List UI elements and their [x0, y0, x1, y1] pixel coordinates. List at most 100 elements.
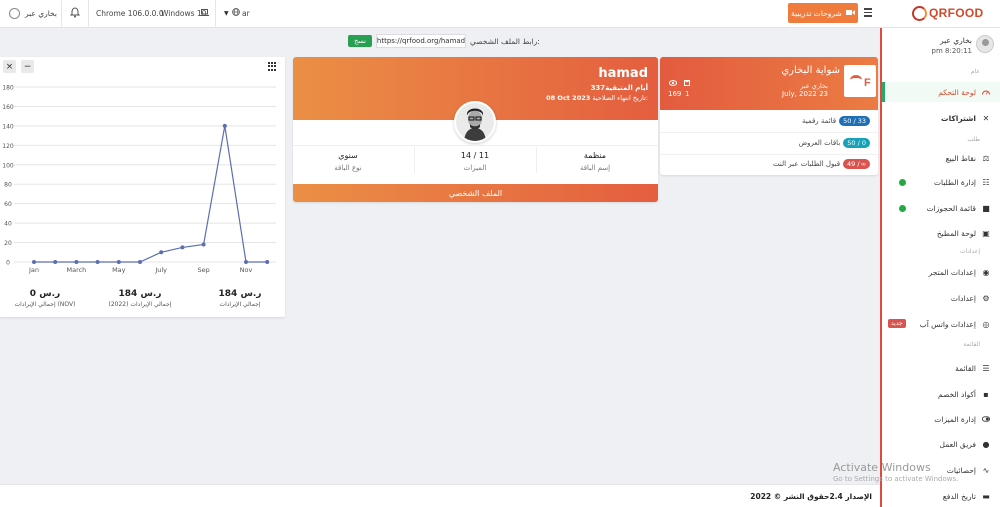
usage-badge: 50 / 0 [843, 138, 870, 148]
x-tick-label: May [112, 266, 126, 274]
feature-label: قائمة رقمية [802, 117, 837, 125]
y-tick-label: 180 [2, 85, 14, 92]
store-card: شواية البخاري بخاري عبر July, 2022 23 F … [660, 57, 878, 175]
store-settings-icon: ◉ [982, 267, 990, 277]
stats-icon: ∿ [982, 465, 990, 475]
close-icon[interactable]: × [3, 60, 16, 73]
sidebar-item-dashboard[interactable]: لوحة التحكم [882, 82, 1000, 102]
video-camera-icon [845, 9, 855, 18]
bell-icon[interactable] [69, 7, 81, 20]
y-tick-label: 120 [2, 143, 14, 150]
sidebar-item-label: اشتراكات [941, 113, 976, 123]
sidebar-item-kitchen[interactable]: لوحة المطبخ ▣ [882, 223, 1000, 243]
x-tick-label: July [154, 266, 167, 274]
sidebar-item-whatsapp-settings[interactable]: جديد إعدادات واتس آب ◎ [882, 314, 1000, 334]
sidebar-item-label: إحصائيات [946, 465, 976, 475]
data-point [32, 260, 36, 264]
sidebar-item-store-settings[interactable]: إعدادات المتجر ◉ [882, 262, 1000, 282]
sidebar-item-orders[interactable]: إدارة الطلبات ☷ [882, 172, 1000, 192]
whatsapp-icon: ◎ [982, 319, 990, 329]
feature-row-online-orders: قبول الطلبات عبر النت 49 /∞ [773, 158, 870, 170]
profile-name: hamad [598, 66, 648, 81]
team-icon: ● [982, 439, 990, 449]
sidebar-item-menu[interactable]: القائمة ☰ [882, 358, 1000, 378]
sidebar-item-label: إعدادات واتس آب [919, 319, 976, 329]
data-point [159, 250, 164, 255]
toggle-icon [982, 415, 990, 423]
sidebar-item-reservations[interactable]: قائمة الحجوزات ■ [882, 198, 1000, 218]
data-point [180, 245, 185, 250]
sidebar-item-label: إعدادات المتجر [928, 267, 976, 277]
sidebar-item-team[interactable]: فريق العمل ● [882, 434, 1000, 454]
globe-icon[interactable] [232, 8, 240, 18]
saves-count: 1 [685, 90, 690, 98]
logo-mark-icon [912, 5, 927, 21]
sidebar-item-pos[interactable]: نقاط البيع ⚖ [882, 148, 1000, 168]
profile-link-field[interactable]: https://qrfood.org/hamad [376, 34, 466, 48]
truck-icon: ■ [982, 203, 990, 213]
usage-badge: 50 / 33 [839, 116, 870, 126]
minimize-icon[interactable]: − [21, 60, 34, 73]
y-tick-label: 0 [6, 260, 10, 267]
tutorials-button[interactable]: شروحات تدريبية [788, 3, 858, 23]
sidebar-user-name: بخاري عبر [940, 36, 972, 45]
sidebar-item-label: تاريخ الدفع [942, 491, 976, 501]
data-point [265, 260, 270, 264]
caret-down-icon[interactable]: ▼ [224, 10, 229, 17]
store-logo[interactable]: F [844, 65, 876, 97]
sidebar-item-label: نقاط البيع [945, 153, 976, 163]
kitchen-icon: ▣ [982, 228, 990, 238]
sidebar-item-subscriptions[interactable]: اشتراكات ✕ [882, 108, 1000, 128]
sidebar-item-settings[interactable]: إعدادات ⚙ [882, 288, 1000, 308]
laptop-icon [200, 9, 209, 18]
y-tick-label: 140 [2, 123, 14, 130]
copyright-text: الإصدار 2.4حقوق النشر © 2022 [750, 492, 872, 501]
x-tick-label: Jan [28, 266, 39, 274]
language-selector[interactable]: ar [242, 9, 250, 18]
feature-row-offers: باقات العروض 50 / 0 [799, 137, 870, 149]
topbar-user-name[interactable]: بخاري عبر [25, 9, 57, 18]
x-tick-label: Sep [197, 266, 209, 274]
sidebar-user-time: pm 8:20:11 [931, 47, 972, 55]
usage-badge: 49 /∞ [843, 159, 870, 169]
page-footer: الإصدار 2.4حقوق النشر © 2022 [0, 484, 880, 507]
feature-row-digital-menu: قائمة رقمية 50 / 33 [802, 115, 870, 127]
revenue-chart-card: × − 0 20 40 60 80 100 120 140 160 180 Jan March May J… [0, 57, 285, 317]
y-tick-label: 20 [4, 240, 12, 247]
card-icon: ▬ [982, 491, 990, 501]
sidebar-item-payment-history[interactable]: تاريخ الدفع ▬ [882, 486, 1000, 506]
sidebar-avatar[interactable] [976, 35, 994, 53]
divider [660, 132, 878, 133]
expiry-info: 08 Oct 2023 تاريخ انتهاء الصلاحية: [546, 94, 648, 102]
sidebar-item-label: إعدادات [950, 293, 976, 303]
data-point [74, 260, 79, 264]
data-point [53, 260, 58, 264]
profile-button[interactable]: الملف الشخصي [293, 184, 658, 202]
x-tick-label: Nov [240, 266, 253, 274]
browser-info: Chrome 106.0.0.0 [96, 9, 164, 18]
user-avatar-small[interactable] [9, 8, 20, 19]
section-label-menu: القائمة [963, 341, 980, 348]
grid-menu-icon[interactable] [268, 62, 277, 71]
sidebar-item-label: لوحة التحكم [938, 87, 976, 97]
sidebar-item-discount-codes[interactable]: أكواد الخصم ▪ [882, 384, 1000, 404]
data-point [138, 260, 142, 264]
activate-windows-subtitle: Go to Settings to activate Windows. [833, 475, 959, 483]
qrfood-logo[interactable]: QRFOOD [912, 5, 983, 21]
features-stat: 14 / 11 الميزات [460, 151, 490, 172]
hamburger-menu-icon[interactable] [864, 8, 872, 17]
y-tick-label: 160 [2, 104, 14, 111]
new-badge: جديد [888, 319, 906, 328]
sidebar-item-features[interactable]: إدارة الميزات [882, 409, 1000, 429]
feature-label: باقات العروض [798, 139, 841, 147]
sidebar-item-label: لوحة المطبخ [936, 228, 976, 238]
profile-avatar[interactable] [454, 101, 496, 143]
copy-link-button[interactable]: نسخ [348, 35, 372, 47]
divider [660, 154, 878, 155]
store-date: July, 2022 23 [782, 90, 828, 98]
divider [414, 147, 415, 173]
sidebar-item-label: قائمة الحجوزات [926, 203, 976, 213]
divider [88, 0, 89, 28]
plan-name-stat: منظمة إسم الباقة [579, 151, 611, 172]
tools-icon: ✕ [982, 113, 990, 123]
